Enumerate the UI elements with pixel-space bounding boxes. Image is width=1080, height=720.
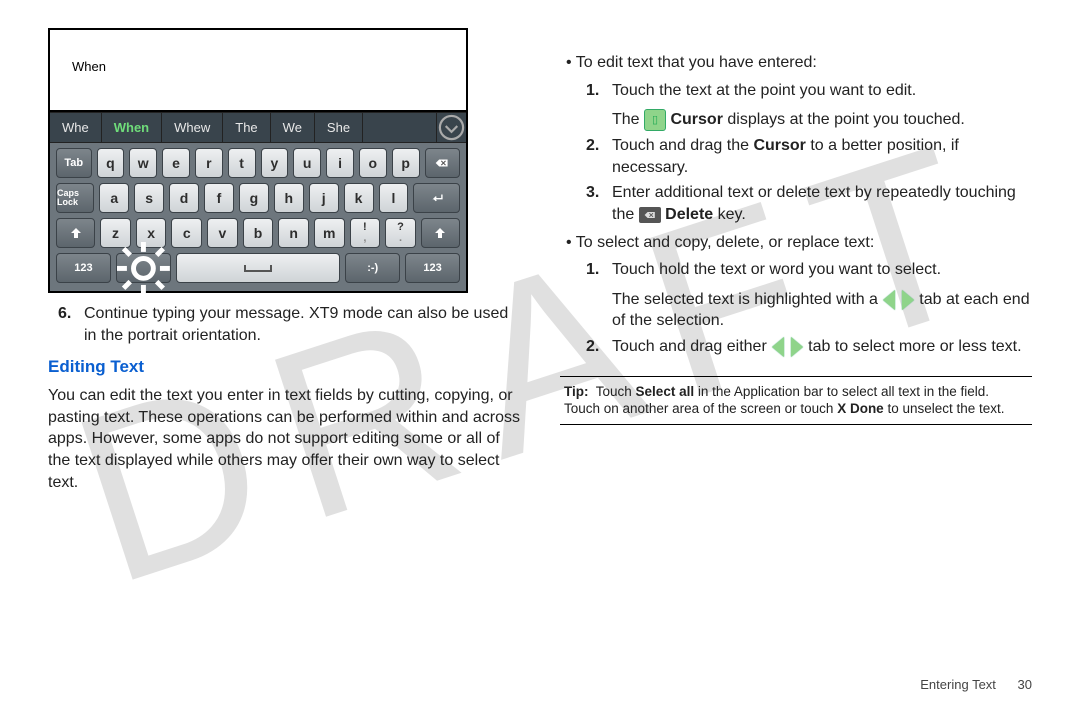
gear-icon (117, 242, 170, 295)
key-m[interactable]: m (314, 218, 345, 248)
selection-handle-left-icon (772, 337, 784, 357)
suggestion-3[interactable]: The (223, 113, 270, 143)
cursor-icon: ▯ (644, 109, 666, 131)
key-123-right[interactable]: 123 (405, 253, 460, 283)
edit-step-1-num: 1. (586, 80, 602, 132)
key-j[interactable]: j (309, 183, 339, 213)
edit-step-2: Touch and drag the Cursor to a better po… (612, 135, 1032, 178)
selection-handle-left-icon (883, 290, 895, 310)
select-step-2-num: 2. (586, 336, 602, 358)
key-f[interactable]: f (204, 183, 234, 213)
key-b[interactable]: b (243, 218, 274, 248)
select-step-1b: The selected text is highlighted with a … (612, 289, 1032, 332)
key-h[interactable]: h (274, 183, 304, 213)
key-tab[interactable]: Tab (56, 148, 92, 178)
suggestion-4[interactable]: We (271, 113, 315, 143)
space-icon (243, 263, 273, 273)
key-u[interactable]: u (293, 148, 321, 178)
suggestion-1[interactable]: When (102, 113, 162, 143)
key-n[interactable]: n (278, 218, 309, 248)
key-a[interactable]: a (99, 183, 129, 213)
key-exclam-comma[interactable]: !, (350, 218, 381, 248)
select-step-2: Touch and drag either tab to select more… (612, 336, 1022, 358)
list-number-6: 6. (58, 303, 74, 346)
key-shift-right[interactable] (421, 218, 460, 248)
step6-text: Continue typing your message. XT9 mode c… (84, 303, 520, 346)
key-i[interactable]: i (326, 148, 354, 178)
edit-step-1b: The ▯ Cursor displays at the point you t… (612, 109, 965, 131)
selection-handle-right-icon (902, 290, 914, 310)
key-y[interactable]: y (261, 148, 289, 178)
key-v[interactable]: v (207, 218, 238, 248)
enter-icon (430, 191, 444, 205)
delete-key-icon (639, 207, 661, 223)
edit-step-2-num: 2. (586, 135, 602, 178)
key-emoticon[interactable]: :-) (345, 253, 400, 283)
key-k[interactable]: k (344, 183, 374, 213)
shift-up-icon (433, 226, 447, 240)
tip-text: Tip: Touch Select all in the Application… (560, 383, 1032, 418)
key-p[interactable]: p (392, 148, 420, 178)
key-o[interactable]: o (359, 148, 387, 178)
edit-step-1a: Touch the text at the point you want to … (612, 80, 965, 102)
heading-editing-text: Editing Text (48, 356, 520, 379)
key-shift-left[interactable] (56, 218, 95, 248)
key-e[interactable]: e (162, 148, 190, 178)
edit-step-3: Enter additional text or delete text by … (612, 182, 1032, 225)
suggestion-0[interactable]: Whe (50, 113, 102, 143)
key-w[interactable]: w (129, 148, 157, 178)
suggestion-5[interactable]: She (315, 113, 363, 143)
suggestion-bar: Whe When Whew The We She (50, 112, 466, 144)
shift-up-icon (69, 226, 83, 240)
key-space[interactable] (176, 253, 341, 283)
key-enter[interactable] (413, 183, 460, 213)
key-l[interactable]: l (379, 183, 409, 213)
key-s[interactable]: s (134, 183, 164, 213)
key-settings[interactable] (116, 253, 171, 283)
selection-handle-right-icon (791, 337, 803, 357)
tip-rule-bottom (560, 424, 1032, 425)
bullet-select-text: To select and copy, delete, or replace t… (560, 232, 1032, 254)
footer-page-number: 30 (1018, 677, 1032, 692)
select-step-1a: Touch hold the text or word you want to … (612, 259, 1032, 281)
select-step-1-num: 1. (586, 259, 602, 332)
footer-section: Entering Text (920, 677, 996, 692)
edit-step-3-num: 3. (586, 182, 602, 225)
key-g[interactable]: g (239, 183, 269, 213)
suggestion-2[interactable]: Whew (162, 113, 223, 143)
backspace-icon (435, 156, 449, 170)
editing-text-paragraph: You can edit the text you enter in text … (48, 385, 520, 493)
keyboard-figure: When Whe When Whew The We She Tab (48, 28, 468, 293)
suggestions-more-icon[interactable] (436, 113, 466, 143)
key-t[interactable]: t (228, 148, 256, 178)
key-capslock[interactable]: Caps Lock (56, 183, 94, 213)
key-123-left[interactable]: 123 (56, 253, 111, 283)
key-q[interactable]: q (97, 148, 125, 178)
page-footer: Entering Text 30 (920, 676, 1032, 694)
tip-rule-top (560, 376, 1032, 377)
bullet-edit-text: To edit text that you have entered: (560, 52, 1032, 74)
key-backspace[interactable] (425, 148, 461, 178)
key-d[interactable]: d (169, 183, 199, 213)
key-r[interactable]: r (195, 148, 223, 178)
keyboard-input-preview: When (50, 30, 466, 112)
key-c[interactable]: c (171, 218, 202, 248)
key-question-period[interactable]: ?. (385, 218, 416, 248)
